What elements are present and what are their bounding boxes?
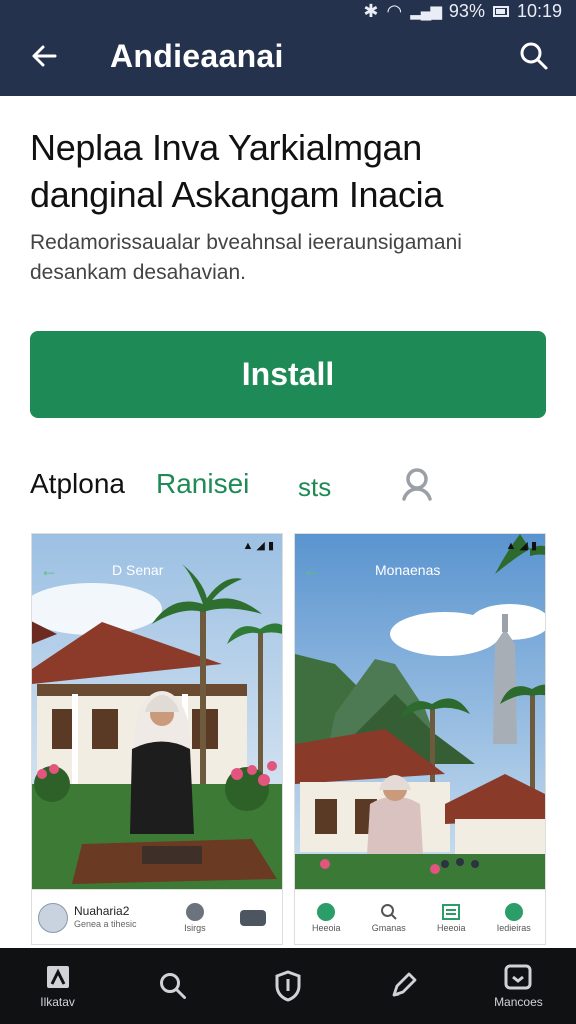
bluetooth-icon: ✱ — [363, 0, 379, 21]
inbox-icon — [504, 964, 532, 990]
nav-label: Mancoes — [494, 995, 543, 1009]
list-icon — [442, 904, 461, 920]
mock-header: ← Monaenas — [295, 556, 545, 586]
pen-icon — [392, 972, 417, 997]
nav-item-library[interactable]: Ilkatav — [0, 948, 115, 1024]
mock-footer-label: Iedieiras — [496, 923, 531, 933]
library-icon — [46, 966, 69, 988]
mock-footer-label: Heeoia — [436, 923, 466, 933]
mock-profile: Nuaharia2 Genea a tihesic — [32, 903, 166, 933]
search-icon — [159, 973, 186, 999]
avatar — [38, 903, 68, 933]
search-icon — [380, 904, 397, 920]
mock-status-bar: ▲ ◢ ▮ — [242, 539, 274, 552]
mock-footer-item — [224, 910, 282, 926]
nav-item-search[interactable] — [115, 948, 230, 1024]
mock-footer-label: Isirgs — [184, 923, 206, 933]
mock-back-icon: ← — [40, 560, 58, 580]
nav-item-shield[interactable] — [230, 948, 345, 1024]
battery-percent: 93% — [448, 0, 485, 21]
bottom-nav: Ilkatav Mancoes — [0, 948, 576, 1024]
battery-icon — [492, 5, 509, 17]
search-button[interactable] — [516, 38, 552, 74]
tab-row: Atplona Ranisei sts — [30, 466, 546, 506]
screenshot-1-image — [32, 534, 282, 889]
chat-icon — [317, 903, 336, 921]
tab-sts[interactable]: sts — [298, 472, 331, 503]
mock-header: ← D Senar — [32, 556, 282, 586]
mock-footer-label: Gmanas — [371, 923, 406, 933]
mock-footer-item: Iedieiras — [483, 903, 546, 933]
mock-footer-label: Heeoia — [311, 923, 341, 933]
mock-title: Monaenas — [375, 562, 441, 578]
mock-back-icon: ← — [303, 560, 321, 580]
signal-icon: ▂▄▆ — [410, 3, 442, 20]
app-bar: Andieaanai — [0, 24, 576, 88]
arrow-left-icon — [32, 45, 57, 67]
app-description: Redamorissaualar bveahnsal ieeraunsigama… — [30, 231, 462, 284]
mock-title: D Senar — [112, 562, 164, 578]
tab-ranisei[interactable]: Ranisei — [156, 468, 249, 500]
screenshot-2-image — [295, 534, 545, 889]
mock-profile-name: Nuaharia2 — [74, 904, 130, 918]
user-icon — [504, 903, 523, 921]
nav-label: Ilkatav — [40, 995, 75, 1009]
profile-icon[interactable] — [400, 466, 434, 502]
more-icon — [239, 910, 266, 926]
screenshot-1[interactable]: ▲ ◢ ▮ ← D Senar Nuaharia2 Genea a tihesi… — [31, 533, 283, 945]
mock-profile-subtitle: Genea a tihesic — [74, 919, 137, 929]
mock-footer-item: Isirgs — [166, 903, 224, 933]
mock-footer: Nuaharia2 Genea a tihesic Isirgs — [32, 889, 282, 944]
back-button[interactable] — [26, 38, 62, 74]
status-bar: ✱ ◠ ▂▄▆ 93% 10:19 — [363, 0, 562, 22]
app-title: Andieaanai — [110, 38, 284, 74]
mock-footer: Heeoia Gmanas Heeoia Iedieiras — [295, 889, 546, 944]
mock-status-bar: ▲ ◢ ▮ — [505, 539, 537, 552]
wifi-icon: ◠ — [386, 0, 403, 21]
nav-item-inbox[interactable]: Mancoes — [461, 948, 576, 1024]
page-title: Neplaa Inva Yarkialmgan danginal Askanga… — [30, 127, 444, 215]
mock-footer-item: Heeoia — [295, 903, 358, 933]
status-time: 10:19 — [516, 0, 562, 21]
mock-footer-item: Heeoia — [420, 903, 483, 933]
search-icon — [520, 42, 548, 70]
shield-icon — [275, 970, 301, 1002]
screenshot-2[interactable]: ▲ ◢ ▮ ← Monaenas Heeoia Gmanas Heeoia Ie… — [294, 533, 546, 945]
nav-item-edit[interactable] — [346, 948, 461, 1024]
tab-atplona[interactable]: Atplona — [30, 468, 125, 500]
app-header: ✱ ◠ ▂▄▆ 93% 10:19 Andieaanai — [0, 0, 576, 96]
circle-icon — [185, 903, 204, 921]
mock-footer-item: Gmanas — [358, 903, 421, 933]
install-button[interactable]: Install — [30, 331, 546, 418]
